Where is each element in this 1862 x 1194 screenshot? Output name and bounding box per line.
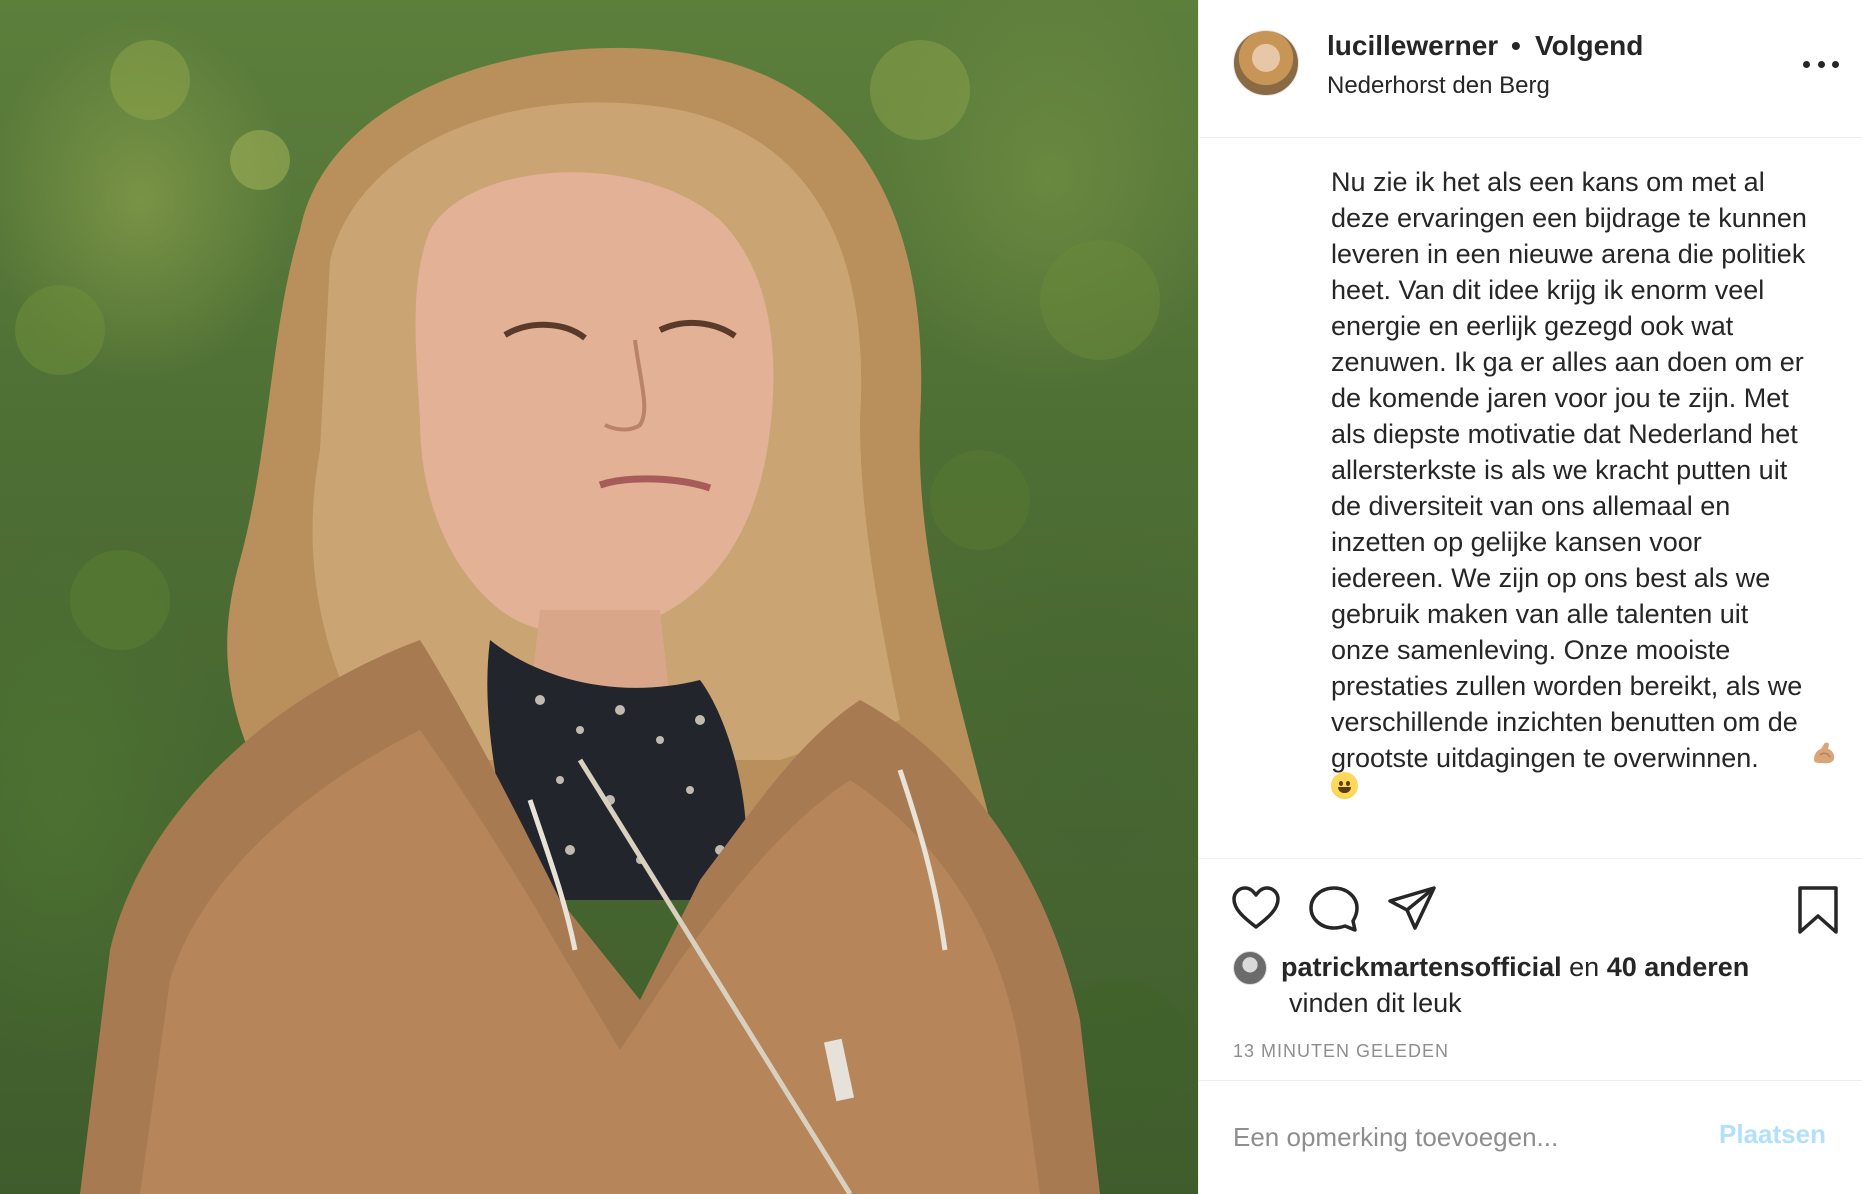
post-header: lucillewerner • Volgend Nederhorst den B… bbox=[1199, 0, 1862, 138]
liker-avatar[interactable] bbox=[1233, 951, 1267, 985]
post-photo[interactable] bbox=[0, 0, 1198, 1194]
portrait-illustration bbox=[15, 40, 1190, 1194]
heart-icon[interactable] bbox=[1231, 885, 1281, 931]
comment-input[interactable] bbox=[1233, 1115, 1673, 1159]
flexed-biceps-emoji bbox=[1814, 742, 1835, 764]
caption-emojis bbox=[1331, 742, 1835, 804]
likes-suffix: vinden dit leuk bbox=[1289, 988, 1462, 1018]
author-username[interactable]: lucillewerner bbox=[1327, 30, 1498, 62]
likes-others-link[interactable]: 40 anderen bbox=[1607, 952, 1750, 982]
post-panel: lucillewerner • Volgend Nederhorst den B… bbox=[1198, 0, 1862, 1194]
comment-icon[interactable] bbox=[1309, 885, 1359, 933]
follow-button[interactable]: Volgend bbox=[1535, 30, 1643, 62]
liker-username[interactable]: patrickmartensofficial bbox=[1281, 952, 1562, 982]
bookmark-icon[interactable] bbox=[1797, 885, 1839, 935]
share-icon[interactable] bbox=[1387, 885, 1437, 931]
author-avatar[interactable] bbox=[1233, 30, 1299, 96]
likes-summary: patrickmartensofficial en 40 anderen vin… bbox=[1281, 949, 1841, 1021]
post-location[interactable]: Nederhorst den Berg bbox=[1327, 72, 1550, 100]
grinning-face-emoji bbox=[1331, 772, 1358, 799]
post-timestamp[interactable]: 13 MINUTEN GELEDEN bbox=[1233, 1041, 1449, 1062]
post-comment-button[interactable]: Plaatsen bbox=[1719, 1119, 1826, 1150]
more-options-icon[interactable] bbox=[1803, 52, 1839, 76]
post-caption: Nu zie ik het als een kans om met al dez… bbox=[1331, 167, 1807, 773]
comment-bar: Plaatsen bbox=[1199, 1080, 1862, 1194]
header-separator: • bbox=[1511, 30, 1521, 61]
post-actions-area: patrickmartensofficial en 40 anderen vin… bbox=[1199, 858, 1862, 1080]
likes-joiner: en bbox=[1569, 952, 1600, 982]
